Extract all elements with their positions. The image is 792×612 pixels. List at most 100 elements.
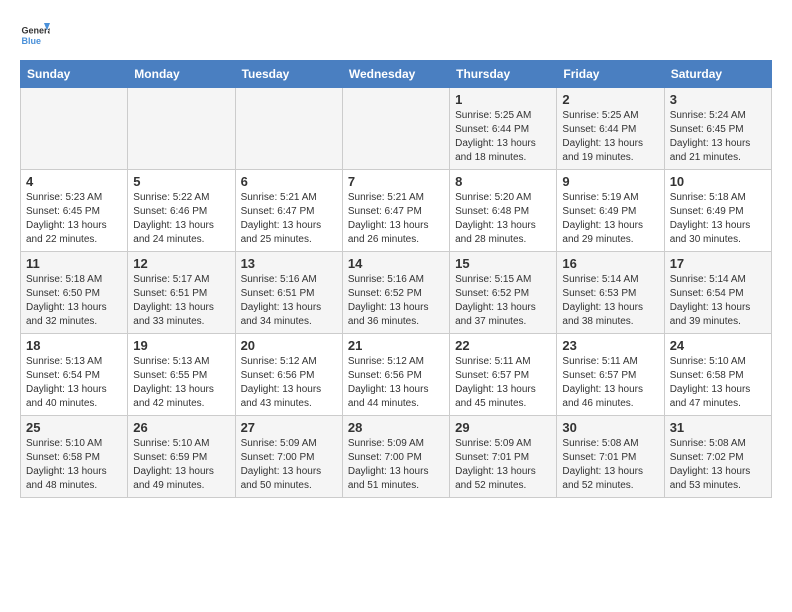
day-number: 7 [348, 174, 444, 189]
calendar-table: SundayMondayTuesdayWednesdayThursdayFrid… [20, 60, 772, 498]
calendar-cell: 13Sunrise: 5:16 AM Sunset: 6:51 PM Dayli… [235, 252, 342, 334]
calendar-cell [21, 88, 128, 170]
weekday-header-sunday: Sunday [21, 61, 128, 88]
day-number: 25 [26, 420, 122, 435]
day-number: 18 [26, 338, 122, 353]
calendar-cell: 2 Sunrise: 5:25 AM Sunset: 6:44 PM Daylig… [557, 88, 664, 170]
day-number: 19 [133, 338, 229, 353]
calendar-cell: 5Sunrise: 5:22 AM Sunset: 6:46 PM Daylig… [128, 170, 235, 252]
day-info: Sunrise: 5:24 AM Sunset: 6:45 PM Dayligh… [670, 109, 766, 165]
calendar-week-4: 18 Sunrise: 5:13 AM Sunset: 6:54 PM Dayli… [21, 334, 772, 416]
day-info: Sunrise: 5:16 AM Sunset: 6:51 PM Dayligh… [241, 273, 337, 329]
day-number: 24 [670, 338, 766, 353]
day-number: 31 [670, 420, 766, 435]
day-number: 14 [348, 256, 444, 271]
day-number: 9 [562, 174, 658, 189]
day-number: 4 [26, 174, 122, 189]
day-number: 8 [455, 174, 551, 189]
day-info: Sunrise: 5:18 AM Sunset: 6:50 PM Dayligh… [26, 273, 122, 329]
day-number: 2 [562, 92, 658, 107]
calendar-cell: 15 Sunrise: 5:15 AM Sunset: 6:52 PM Dayli… [450, 252, 557, 334]
calendar-week-1: 1 Sunrise: 5:25 AM Sunset: 6:44 PM Daylig… [21, 88, 772, 170]
calendar-cell: 8 Sunrise: 5:20 AM Sunset: 6:48 PM Daylig… [450, 170, 557, 252]
day-info: Sunrise: 5:20 AM Sunset: 6:48 PM Dayligh… [455, 191, 551, 247]
calendar-cell: 4 Sunrise: 5:23 AM Sunset: 6:45 PM Daylig… [21, 170, 128, 252]
day-info: Sunrise: 5:13 AM Sunset: 6:55 PM Dayligh… [133, 355, 229, 411]
day-info: Sunrise: 5:12 AM Sunset: 6:56 PM Dayligh… [241, 355, 337, 411]
day-info: Sunrise: 5:10 AM Sunset: 6:58 PM Dayligh… [670, 355, 766, 411]
day-info: Sunrise: 5:14 AM Sunset: 6:54 PM Dayligh… [670, 273, 766, 329]
day-number: 17 [670, 256, 766, 271]
logo: GeneralBlue [20, 20, 50, 50]
day-info: Sunrise: 5:13 AM Sunset: 6:54 PM Dayligh… [26, 355, 122, 411]
day-number: 28 [348, 420, 444, 435]
day-number: 29 [455, 420, 551, 435]
calendar-cell: 9Sunrise: 5:19 AM Sunset: 6:49 PM Daylig… [557, 170, 664, 252]
day-info: Sunrise: 5:16 AM Sunset: 6:52 PM Dayligh… [348, 273, 444, 329]
calendar-cell: 25 Sunrise: 5:10 AM Sunset: 6:58 PM Dayli… [21, 416, 128, 498]
calendar-cell: 11 Sunrise: 5:18 AM Sunset: 6:50 PM Dayli… [21, 252, 128, 334]
calendar-cell: 7 Sunrise: 5:21 AM Sunset: 6:47 PM Daylig… [342, 170, 449, 252]
day-number: 6 [241, 174, 337, 189]
day-number: 20 [241, 338, 337, 353]
calendar-cell: 20 Sunrise: 5:12 AM Sunset: 6:56 PM Dayli… [235, 334, 342, 416]
calendar-cell: 6 Sunrise: 5:21 AM Sunset: 6:47 PM Daylig… [235, 170, 342, 252]
day-info: Sunrise: 5:25 AM Sunset: 6:44 PM Dayligh… [455, 109, 551, 165]
day-number: 30 [562, 420, 658, 435]
day-info: Sunrise: 5:23 AM Sunset: 6:45 PM Dayligh… [26, 191, 122, 247]
day-info: Sunrise: 5:11 AM Sunset: 6:57 PM Dayligh… [562, 355, 658, 411]
calendar-cell: 31 Sunrise: 5:08 AM Sunset: 7:02 PM Dayli… [664, 416, 771, 498]
day-number: 26 [133, 420, 229, 435]
day-info: Sunrise: 5:21 AM Sunset: 6:47 PM Dayligh… [348, 191, 444, 247]
logo-icon: GeneralBlue [20, 20, 50, 50]
calendar-cell: 26Sunrise: 5:10 AM Sunset: 6:59 PM Dayli… [128, 416, 235, 498]
svg-text:Blue: Blue [22, 36, 42, 46]
day-info: Sunrise: 5:25 AM Sunset: 6:44 PM Dayligh… [562, 109, 658, 165]
day-number: 27 [241, 420, 337, 435]
day-info: Sunrise: 5:09 AM Sunset: 7:00 PM Dayligh… [348, 437, 444, 493]
weekday-header-row: SundayMondayTuesdayWednesdayThursdayFrid… [21, 61, 772, 88]
calendar-cell [128, 88, 235, 170]
calendar-cell: 14 Sunrise: 5:16 AM Sunset: 6:52 PM Dayli… [342, 252, 449, 334]
day-number: 1 [455, 92, 551, 107]
day-number: 10 [670, 174, 766, 189]
day-info: Sunrise: 5:10 AM Sunset: 6:58 PM Dayligh… [26, 437, 122, 493]
calendar-cell: 29 Sunrise: 5:09 AM Sunset: 7:01 PM Dayli… [450, 416, 557, 498]
calendar-cell: 3 Sunrise: 5:24 AM Sunset: 6:45 PM Daylig… [664, 88, 771, 170]
day-info: Sunrise: 5:09 AM Sunset: 7:01 PM Dayligh… [455, 437, 551, 493]
calendar-week-3: 11 Sunrise: 5:18 AM Sunset: 6:50 PM Dayli… [21, 252, 772, 334]
day-number: 15 [455, 256, 551, 271]
calendar-week-5: 25 Sunrise: 5:10 AM Sunset: 6:58 PM Dayli… [21, 416, 772, 498]
day-info: Sunrise: 5:11 AM Sunset: 6:57 PM Dayligh… [455, 355, 551, 411]
weekday-header-friday: Friday [557, 61, 664, 88]
day-info: Sunrise: 5:15 AM Sunset: 6:52 PM Dayligh… [455, 273, 551, 329]
calendar-cell: 16 Sunrise: 5:14 AM Sunset: 6:53 PM Dayli… [557, 252, 664, 334]
calendar-cell: 27 Sunrise: 5:09 AM Sunset: 7:00 PM Dayli… [235, 416, 342, 498]
day-info: Sunrise: 5:08 AM Sunset: 7:02 PM Dayligh… [670, 437, 766, 493]
calendar-cell: 17 Sunrise: 5:14 AM Sunset: 6:54 PM Dayli… [664, 252, 771, 334]
calendar-cell: 18 Sunrise: 5:13 AM Sunset: 6:54 PM Dayli… [21, 334, 128, 416]
day-number: 3 [670, 92, 766, 107]
calendar-cell: 1 Sunrise: 5:25 AM Sunset: 6:44 PM Daylig… [450, 88, 557, 170]
day-info: Sunrise: 5:08 AM Sunset: 7:01 PM Dayligh… [562, 437, 658, 493]
day-info: Sunrise: 5:09 AM Sunset: 7:00 PM Dayligh… [241, 437, 337, 493]
day-number: 11 [26, 256, 122, 271]
day-info: Sunrise: 5:12 AM Sunset: 6:56 PM Dayligh… [348, 355, 444, 411]
calendar-week-2: 4 Sunrise: 5:23 AM Sunset: 6:45 PM Daylig… [21, 170, 772, 252]
weekday-header-monday: Monday [128, 61, 235, 88]
day-info: Sunrise: 5:22 AM Sunset: 6:46 PM Dayligh… [133, 191, 229, 247]
calendar-cell [235, 88, 342, 170]
calendar-cell: 10Sunrise: 5:18 AM Sunset: 6:49 PM Dayli… [664, 170, 771, 252]
weekday-header-thursday: Thursday [450, 61, 557, 88]
day-number: 16 [562, 256, 658, 271]
calendar-cell: 22Sunrise: 5:11 AM Sunset: 6:57 PM Dayli… [450, 334, 557, 416]
day-info: Sunrise: 5:17 AM Sunset: 6:51 PM Dayligh… [133, 273, 229, 329]
weekday-header-saturday: Saturday [664, 61, 771, 88]
calendar-cell: 12Sunrise: 5:17 AM Sunset: 6:51 PM Dayli… [128, 252, 235, 334]
calendar-cell: 21Sunrise: 5:12 AM Sunset: 6:56 PM Dayli… [342, 334, 449, 416]
weekday-header-tuesday: Tuesday [235, 61, 342, 88]
weekday-header-wednesday: Wednesday [342, 61, 449, 88]
day-info: Sunrise: 5:14 AM Sunset: 6:53 PM Dayligh… [562, 273, 658, 329]
calendar-cell: 23Sunrise: 5:11 AM Sunset: 6:57 PM Dayli… [557, 334, 664, 416]
day-info: Sunrise: 5:21 AM Sunset: 6:47 PM Dayligh… [241, 191, 337, 247]
